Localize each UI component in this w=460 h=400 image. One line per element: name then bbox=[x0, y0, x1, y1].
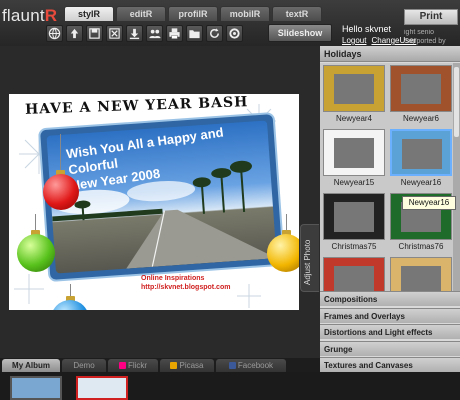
share-icon[interactable] bbox=[146, 25, 163, 42]
red-ornament bbox=[43, 174, 79, 210]
tab-facebook[interactable]: Facebook bbox=[216, 359, 286, 372]
adjust-photo-tab[interactable]: Adjust Photo bbox=[300, 224, 319, 292]
category-row[interactable]: Compositions bbox=[320, 291, 460, 306]
thumbnail-label: Christmas76 bbox=[398, 242, 444, 251]
tab-demo[interactable]: Demo bbox=[62, 359, 106, 372]
user-greeting: Hello skvnet bbox=[342, 24, 392, 34]
tab-stylr[interactable]: stylR bbox=[64, 6, 114, 21]
facebook-icon bbox=[228, 362, 236, 369]
album-thumbnail[interactable] bbox=[10, 376, 62, 400]
holidays-category-header[interactable]: Holidays bbox=[320, 46, 460, 62]
refresh-icon[interactable] bbox=[206, 25, 223, 42]
tab-my-album[interactable]: My Album bbox=[2, 359, 60, 372]
logout-link[interactable]: Logout bbox=[342, 36, 366, 45]
album-source-tabs: My Album Demo Flickr Picasa Facebook bbox=[0, 358, 320, 372]
category-row[interactable]: Grunge bbox=[320, 340, 460, 356]
flickr-icon bbox=[118, 362, 126, 369]
gold-ornament bbox=[267, 234, 299, 272]
canvas-area: HAVE A NEW YEAR BASH Wish You All a Happ… bbox=[0, 46, 320, 358]
frames-panel: Holidays Newyear4 Newyear6 Newyear15 Newyea… bbox=[320, 46, 460, 374]
green-ornament bbox=[17, 234, 55, 272]
tab-mobilr[interactable]: mobilR bbox=[220, 6, 270, 21]
folder-icon[interactable] bbox=[186, 25, 203, 42]
download-icon[interactable] bbox=[126, 25, 143, 42]
frame-thumbnail[interactable] bbox=[323, 193, 385, 240]
thumbnail-label: Newyear6 bbox=[402, 114, 439, 123]
scrollbar-thumb[interactable] bbox=[454, 67, 459, 137]
album-thumbnail[interactable] bbox=[76, 376, 128, 400]
tab-profilr[interactable]: profilR bbox=[168, 6, 218, 21]
tab-textr[interactable]: textR bbox=[272, 6, 322, 21]
frame-thumbnail[interactable] bbox=[390, 65, 452, 112]
thumbnail-label: Christmas75 bbox=[331, 242, 377, 251]
save-icon[interactable] bbox=[86, 25, 103, 42]
tab-picasa[interactable]: Picasa bbox=[160, 359, 214, 372]
holidays-thumbnail-grid: Newyear4 Newyear6 Newyear15 Newyear16 Christ… bbox=[320, 63, 460, 291]
category-row[interactable]: Textures and Canvases bbox=[320, 357, 460, 372]
frame-thumbnail[interactable] bbox=[323, 129, 385, 176]
album-strip bbox=[0, 372, 460, 400]
thumbnail-label: Newyear16 bbox=[400, 178, 442, 187]
picasa-icon bbox=[170, 362, 178, 369]
app-logo[interactable]: flauntR bbox=[2, 6, 57, 26]
frame-thumbnail[interactable] bbox=[323, 65, 385, 112]
frame-thumbnail[interactable] bbox=[390, 129, 452, 176]
upload-icon[interactable] bbox=[66, 25, 83, 42]
top-bar: flauntR stylR editR profilR mobilR textR… bbox=[0, 0, 460, 54]
close-icon[interactable] bbox=[106, 25, 123, 42]
card-credit: Online Inspirations http://skvnet.blogsp… bbox=[141, 275, 231, 291]
road-photo: Wish You All a Happy and Colorful New Ye… bbox=[46, 120, 277, 274]
thumbnail-tooltip: Newyear16 bbox=[402, 196, 456, 210]
frame-thumbnail[interactable] bbox=[390, 257, 452, 291]
print-button[interactable]: Print bbox=[404, 9, 458, 25]
slideshow-button[interactable]: Slideshow bbox=[268, 24, 332, 42]
flauntr-app: flauntR stylR editR profilR mobilR textR… bbox=[0, 0, 460, 400]
print-icon[interactable] bbox=[166, 25, 183, 42]
frame-thumbnail[interactable] bbox=[323, 257, 385, 291]
thumbnail-label: Newyear15 bbox=[333, 178, 375, 187]
thumbnail-scrollbar[interactable] bbox=[453, 63, 460, 291]
globe-icon[interactable] bbox=[46, 25, 63, 42]
tab-flickr[interactable]: Flickr bbox=[108, 359, 158, 372]
category-row[interactable]: Frames and Overlays bbox=[320, 307, 460, 323]
main-tabs: stylR editR profilR mobilR textR bbox=[64, 6, 322, 21]
greeting-card: HAVE A NEW YEAR BASH Wish You All a Happ… bbox=[9, 94, 299, 310]
thumbnail-label: Newyear4 bbox=[335, 114, 372, 123]
toolbar bbox=[46, 25, 243, 42]
category-row[interactable]: Distortions and Light effects bbox=[320, 324, 460, 339]
tab-editr[interactable]: editR bbox=[116, 6, 166, 21]
settings-icon[interactable] bbox=[226, 25, 243, 42]
